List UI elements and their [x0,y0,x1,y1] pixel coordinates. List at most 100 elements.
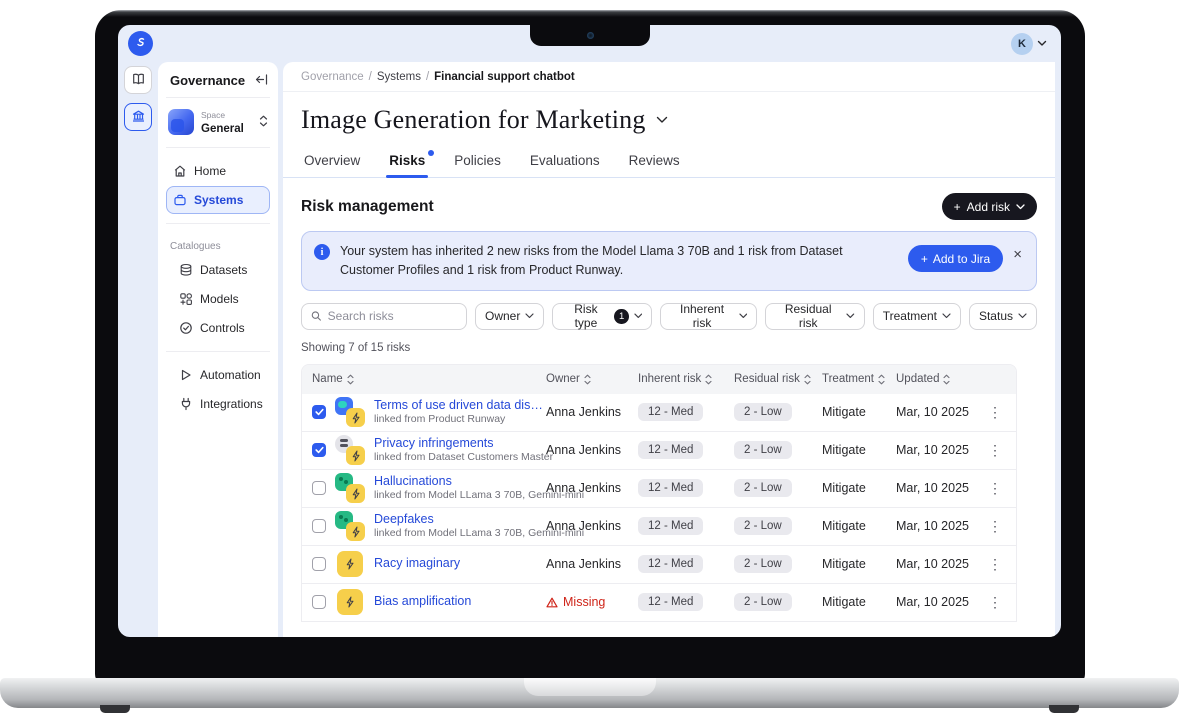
owner-cell: Anna Jenkins [546,557,638,571]
row-checkbox[interactable] [312,557,326,571]
avatar[interactable]: K [1011,33,1033,55]
updated-cell: Mar, 10 2025 [896,481,984,495]
filter-treatment[interactable]: Treatment [873,303,961,330]
risk-name-link[interactable]: Bias amplification [374,594,471,610]
filter-residual-risk[interactable]: Residual risk [765,303,864,330]
updated-cell: Mar, 10 2025 [896,405,984,419]
treatment-cell: Mitigate [822,595,896,609]
filter-risk-type[interactable]: Risk type1 [552,303,652,330]
updated-cell: Mar, 10 2025 [896,557,984,571]
catalogues-section-label: Catalogues [166,232,270,255]
search-risks-field[interactable] [301,303,467,330]
row-menu-button[interactable]: ⋮ [984,481,1006,495]
tab-evaluations[interactable]: Evaluations [529,149,601,177]
breadcrumb-governance[interactable]: Governance [301,71,364,83]
laptop-lid: K Governance [95,10,1085,686]
column-owner[interactable]: Owner [546,373,638,385]
collapse-sidebar-icon[interactable] [255,74,268,88]
sidebar-item-home[interactable]: Home [166,157,270,185]
sidebar-item-systems[interactable]: Systems [166,186,270,214]
governance-rail-button[interactable] [124,103,152,131]
notification-dot [428,150,434,156]
breadcrumb-systems[interactable]: Systems [377,71,421,83]
docs-rail-button[interactable] [124,66,152,94]
treatment-cell: Mitigate [822,557,896,571]
row-checkbox[interactable] [312,519,326,533]
risk-name-link[interactable]: Terms of use driven data disclosure [374,398,546,414]
sort-icon [804,374,811,385]
search-input[interactable] [328,309,457,323]
sidebar-item-datasets[interactable]: Datasets [172,256,270,284]
risk-linked-from: linked from Model LLama 3 70B, Gemini-mi… [374,527,546,540]
column-inherent-risk[interactable]: Inherent risk [638,373,734,385]
models-icon [179,292,193,306]
risk-name-link[interactable]: Hallucinations [374,474,546,490]
lightning-icon [337,589,363,615]
updated-cell: Mar, 10 2025 [896,595,984,609]
inherent-risk-badge: 12 - Med [638,593,703,611]
plug-icon [179,397,193,411]
filter-owner[interactable]: Owner [475,303,544,330]
space-name: General [201,123,244,135]
inherent-risk-badge: 12 - Med [638,517,703,535]
home-icon [173,164,187,178]
risk-icon [335,549,365,579]
row-checkbox[interactable] [312,443,326,457]
search-icon [311,310,322,322]
row-checkbox[interactable] [312,481,326,495]
app-logo-icon[interactable] [128,31,153,56]
tab-risks[interactable]: Risks [388,149,426,177]
row-menu-button[interactable]: ⋮ [984,405,1006,419]
sidebar-item-controls[interactable]: Controls [172,314,270,342]
residual-risk-badge: 2 - Low [734,479,792,497]
sidebar-item-automation[interactable]: Automation [172,361,270,389]
risk-name-link[interactable]: Deepfakes [374,512,546,528]
sidebar-item-models[interactable]: Models [172,285,270,313]
laptop-foot [1049,705,1079,713]
row-menu-button[interactable]: ⋮ [984,519,1006,533]
risk-name-link[interactable]: Privacy infringements [374,436,546,452]
tab-overview[interactable]: Overview [303,149,361,177]
info-icon: i [314,244,330,260]
row-menu-button[interactable]: ⋮ [984,557,1006,571]
treatment-cell: Mitigate [822,481,896,495]
filter-status[interactable]: Status [969,303,1037,330]
treatment-cell: Mitigate [822,519,896,533]
column-updated[interactable]: Updated [896,373,984,385]
sort-icon [943,374,950,385]
row-checkbox[interactable] [312,595,326,609]
risk-name-link[interactable]: Racy imaginary [374,556,460,572]
add-to-jira-button[interactable]: + Add to Jira [908,245,1003,272]
column-name[interactable]: Name [312,373,546,385]
add-risk-button[interactable]: + Add risk [942,193,1037,220]
lightning-icon [346,408,365,427]
row-checkbox[interactable] [312,405,326,419]
tab-reviews[interactable]: Reviews [628,149,681,177]
row-menu-button[interactable]: ⋮ [984,595,1006,609]
screen: K Governance [118,25,1061,637]
column-residual-risk[interactable]: Residual risk [734,373,822,385]
title-chevron-icon[interactable] [656,111,668,129]
account-menu[interactable]: K [1011,33,1047,55]
tab-policies[interactable]: Policies [453,149,502,177]
main-content: Governance / Systems / Financial support… [283,62,1055,637]
inherent-risk-badge: 12 - Med [638,479,703,497]
automation-icon [179,368,193,382]
close-banner-button[interactable]: × [1013,247,1022,262]
owner-cell: Anna Jenkins [546,519,638,533]
sidebar-item-integrations[interactable]: Integrations [172,390,270,418]
warning-icon [546,597,558,608]
row-menu-button[interactable]: ⋮ [984,443,1006,457]
page-title: Image Generation for Marketing [301,105,646,135]
risk-icon [335,511,365,541]
space-switcher[interactable]: Space General [166,98,270,148]
laptop-foot [100,705,130,713]
lightning-icon [346,484,365,503]
filter-count-badge: 1 [614,309,628,324]
column-treatment[interactable]: Treatment [822,373,896,385]
updown-chevron-icon [259,115,268,130]
owner-cell: Anna Jenkins [546,481,638,495]
sidebar: Governance Space General [158,62,278,637]
filter-inherent-risk[interactable]: Inherent risk [660,303,757,330]
breadcrumb: Governance / Systems / Financial support… [283,62,1055,92]
